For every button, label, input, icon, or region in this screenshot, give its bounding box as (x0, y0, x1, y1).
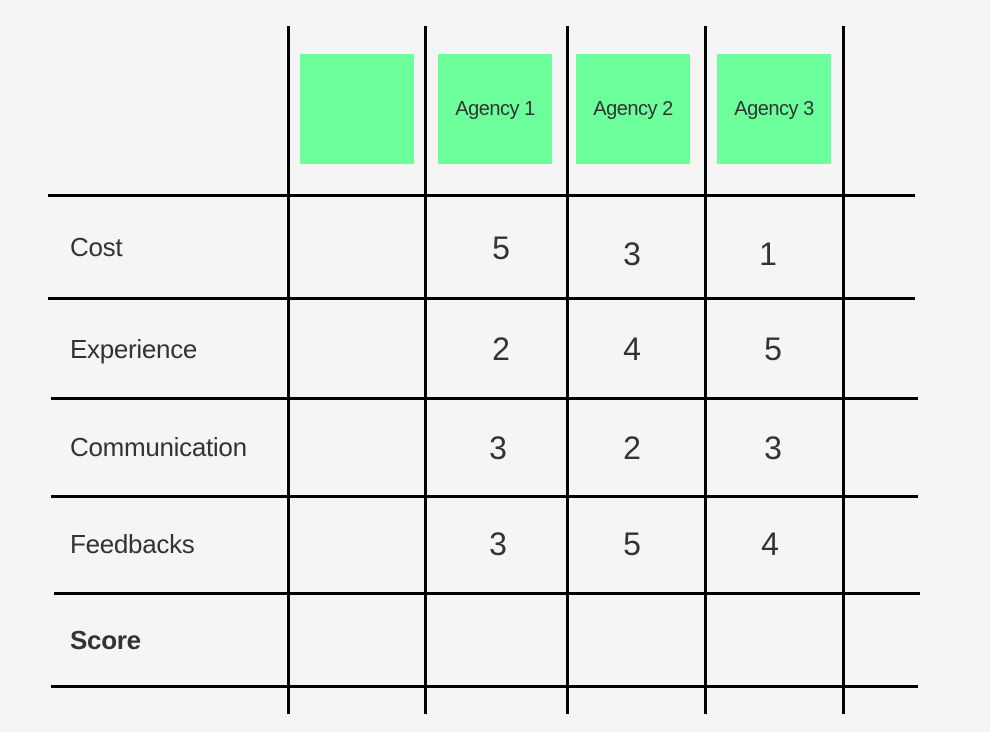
grid-line-horizontal (48, 194, 915, 197)
cell-experience-agency-1: 2 (492, 331, 510, 367)
grid-line-vertical (287, 26, 290, 714)
cell-communication-agency-2: 2 (623, 430, 641, 466)
grid-line-vertical (424, 26, 427, 714)
cell-feedbacks-agency-2: 5 (623, 526, 641, 562)
grid-line-vertical (566, 26, 569, 714)
grid-line-horizontal (48, 297, 915, 300)
cell-feedbacks-agency-3: 4 (761, 526, 779, 562)
cell-cost-agency-1: 5 (492, 230, 510, 266)
cell-cost-agency-3: 1 (759, 236, 777, 272)
grid-line-vertical (704, 26, 707, 714)
cell-communication-agency-1: 3 (489, 430, 507, 466)
column-header-agency-2: Agency 2 (576, 54, 690, 164)
row-label-score: Score (70, 625, 141, 655)
column-header-blank (300, 54, 414, 164)
cell-cost-agency-2: 3 (623, 236, 641, 272)
grid-line-horizontal (51, 495, 918, 498)
grid-line-horizontal (51, 685, 918, 688)
row-label-experience: Experience (70, 334, 198, 364)
column-header-agency-1: Agency 1 (438, 54, 552, 164)
cell-feedbacks-agency-1: 3 (489, 526, 507, 562)
grid-line-horizontal (54, 592, 920, 595)
row-label-communication: Communication (70, 432, 247, 462)
column-header-agency-3: Agency 3 (717, 54, 831, 164)
row-label-feedbacks: Feedbacks (70, 529, 195, 559)
grid-line-horizontal (51, 397, 918, 400)
grid-line-vertical (842, 26, 845, 714)
row-label-cost: Cost (70, 232, 123, 262)
cell-experience-agency-2: 4 (623, 331, 641, 367)
cell-communication-agency-3: 3 (764, 430, 782, 466)
cell-experience-agency-3: 5 (764, 331, 782, 367)
